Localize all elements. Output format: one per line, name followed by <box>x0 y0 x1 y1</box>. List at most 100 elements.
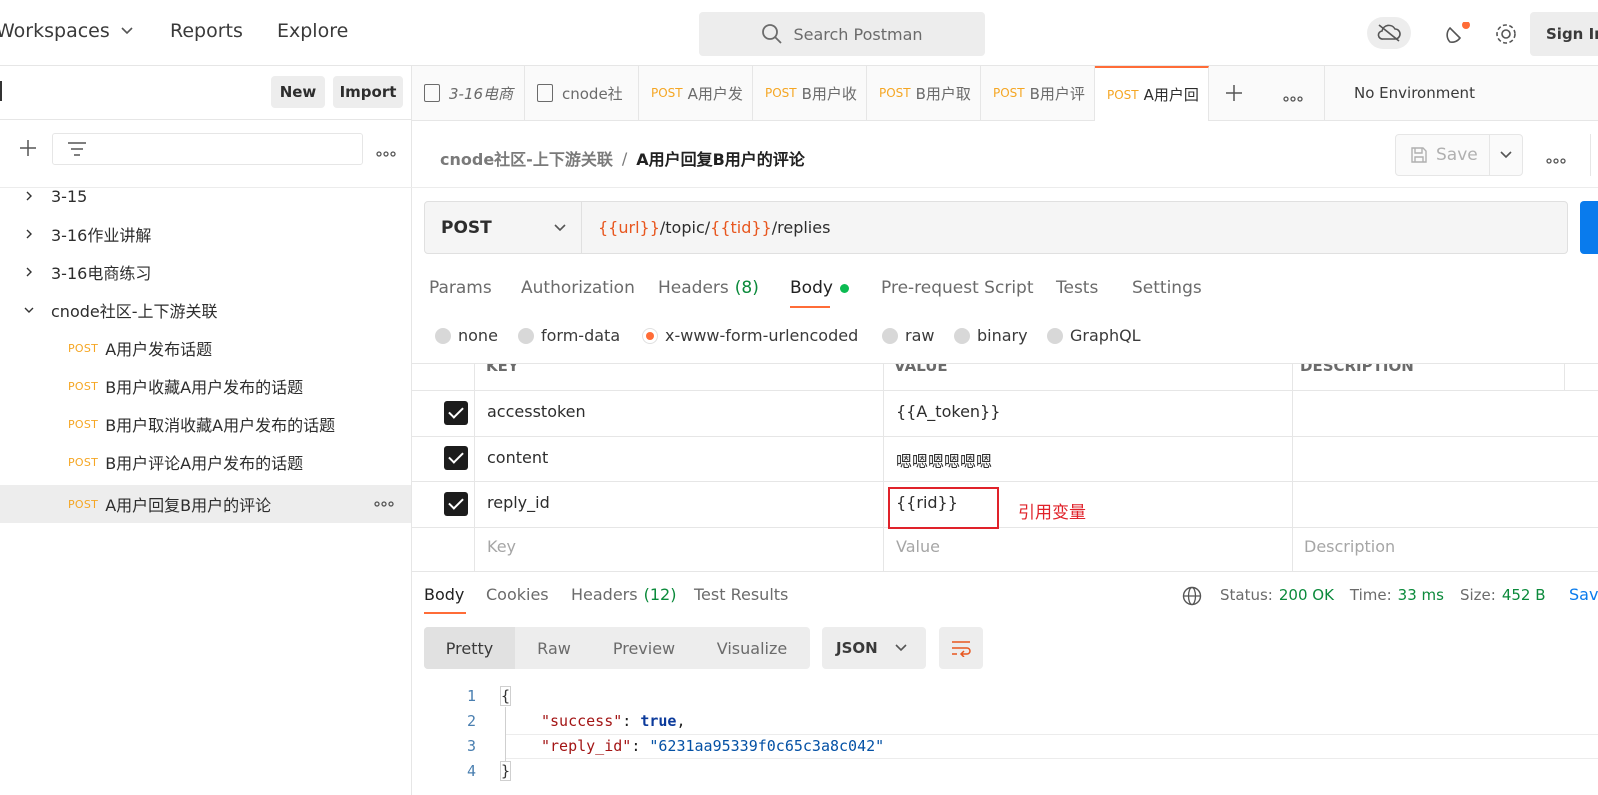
tabs-more-icon[interactable] <box>1283 90 1303 106</box>
more-options-icon[interactable] <box>376 145 396 161</box>
radio-label: none <box>458 326 498 345</box>
tab-label: 3-16电商 <box>449 84 514 103</box>
radio-form-data[interactable]: form-data <box>518 326 620 345</box>
code-line[interactable]: "reply_id": "6231aa95339f0c65c3a8c042" <box>541 737 884 755</box>
wrap-lines-button[interactable] <box>939 627 983 669</box>
tab-request[interactable]: POST B用户收 <box>753 66 867 120</box>
tab-tests[interactable]: Tests <box>1056 278 1098 298</box>
tab-headers[interactable]: Headers (8) <box>658 278 759 298</box>
description-placeholder[interactable]: Description <box>1304 537 1395 556</box>
sign-in-button[interactable]: Sign In <box>1530 12 1598 56</box>
status-label: Status: <box>1220 586 1273 604</box>
request-more-icon[interactable] <box>1546 152 1566 168</box>
filter-input[interactable] <box>52 133 363 165</box>
size-label: Size: <box>1459 586 1496 604</box>
folder-item[interactable]: 3-16作业讲解 <box>0 215 411 253</box>
sync-status-button[interactable] <box>1367 17 1411 49</box>
tab-prerequest-script[interactable]: Pre-request Script <box>881 278 1034 298</box>
radio-icon <box>954 327 970 344</box>
size-value[interactable]: 452 B <box>1502 586 1546 604</box>
row-key[interactable]: reply_id <box>487 493 550 512</box>
code-line[interactable]: "success": true, <box>541 712 686 730</box>
environment-selector[interactable]: No Environment <box>1354 84 1475 102</box>
add-collection-icon[interactable] <box>18 138 38 162</box>
workspaces-menu[interactable]: Workspaces <box>0 20 134 42</box>
radio-binary[interactable]: binary <box>954 326 1028 345</box>
radio-urlencoded[interactable]: x-www-form-urlencoded <box>642 326 858 345</box>
divider <box>412 390 1598 391</box>
folder-item[interactable]: 3-16电商练习 <box>0 253 411 291</box>
row-key[interactable]: accesstoken <box>487 402 586 421</box>
save-button[interactable]: Save <box>1396 135 1489 175</box>
row-value[interactable]: {{A_token}} <box>896 402 1000 421</box>
new-button[interactable]: New <box>271 76 325 108</box>
response-tab-body[interactable]: Body <box>424 585 464 604</box>
globe-icon[interactable] <box>1182 586 1202 610</box>
time-label: Time: <box>1349 586 1392 604</box>
view-raw[interactable]: Raw <box>515 627 593 669</box>
save-dropdown[interactable] <box>1489 135 1522 175</box>
satellite-icon[interactable] <box>1446 21 1472 50</box>
value-placeholder[interactable]: Value <box>896 537 940 556</box>
format-select[interactable]: JSON <box>822 627 926 669</box>
method-select[interactable]: POST <box>425 202 582 253</box>
response-tab-headers[interactable]: Headers (12) <box>571 585 676 604</box>
row-checkbox[interactable] <box>444 401 468 425</box>
active-tab-underline <box>790 306 830 308</box>
search-input[interactable]: Search Postman <box>699 12 985 56</box>
status-value[interactable]: 200 OK <box>1279 586 1334 604</box>
chevron-down-icon <box>121 27 133 35</box>
save-split-button: Save <box>1395 134 1523 176</box>
divider <box>0 187 1598 188</box>
tab-authorization[interactable]: Authorization <box>521 278 635 298</box>
more-options-icon[interactable] <box>374 501 394 507</box>
save-response-button[interactable]: Save <box>1569 585 1598 604</box>
new-tab-icon[interactable] <box>1224 83 1244 107</box>
breadcrumb-parent[interactable]: cnode社区-上下游关联 <box>440 146 613 170</box>
tab-request[interactable]: POST B用户取 <box>867 66 981 120</box>
tab-request[interactable]: POST B用户评 <box>981 66 1095 120</box>
response-tab-cookies[interactable]: Cookies <box>486 585 549 604</box>
reports-link[interactable]: Reports <box>170 20 243 42</box>
tab-collection[interactable]: 3-16电商 <box>412 66 525 120</box>
gear-icon[interactable] <box>1494 22 1518 50</box>
row-value[interactable]: 嗯嗯嗯嗯嗯嗯 <box>896 448 992 472</box>
folder-item-open[interactable]: cnode社区-上下游关联 <box>0 291 411 329</box>
row-key[interactable]: content <box>487 448 548 467</box>
row-checkbox[interactable] <box>444 446 468 470</box>
request-item[interactable]: POST B用户取消收藏A用户发布的话题 <box>0 405 411 443</box>
tab-request-active[interactable]: POST A用户回 <box>1095 66 1209 121</box>
request-item[interactable]: POST A用户发布话题 <box>0 329 411 367</box>
url-input[interactable]: {{url}} /topic/ {{tid}} /replies <box>582 218 830 237</box>
method-badge: POST <box>765 86 797 100</box>
line-number: 2 <box>466 712 476 730</box>
response-tab-test-results[interactable]: Test Results <box>694 585 788 604</box>
key-placeholder[interactable]: Key <box>487 537 516 556</box>
request-item[interactable]: POST B用户评论A用户发布的话题 <box>0 443 411 481</box>
divider <box>1564 363 1565 390</box>
method-badge: POST <box>68 379 99 393</box>
tab-collection[interactable]: cnode社 <box>525 66 639 120</box>
view-preview[interactable]: Preview <box>593 627 695 669</box>
response-view-selector: Pretty Raw Preview Visualize <box>424 627 810 669</box>
format-label: JSON <box>836 639 878 657</box>
tab-request[interactable]: POST A用户发 <box>639 66 753 120</box>
tab-settings[interactable]: Settings <box>1132 278 1202 298</box>
tab-body[interactable]: Body <box>790 278 849 298</box>
folder-item[interactable]: 3-15 <box>0 177 411 215</box>
row-checkbox[interactable] <box>444 492 468 516</box>
request-title[interactable]: A用户回复B用户的评论 <box>636 146 805 170</box>
request-item[interactable]: POST B用户收藏A用户发布的话题 <box>0 367 411 405</box>
radio-graphql[interactable]: GraphQL <box>1047 326 1141 345</box>
tab-params[interactable]: Params <box>429 278 492 298</box>
radio-none[interactable]: none <box>435 326 498 345</box>
folder-label: 3-15 <box>51 186 88 206</box>
view-visualize[interactable]: Visualize <box>695 627 809 669</box>
send-button[interactable] <box>1580 201 1598 254</box>
radio-raw[interactable]: raw <box>882 326 934 345</box>
import-button[interactable]: Import <box>333 76 403 108</box>
request-item-selected[interactable]: POST A用户回复B用户的评论 <box>0 485 411 523</box>
view-pretty[interactable]: Pretty <box>424 627 515 669</box>
explore-link[interactable]: Explore <box>277 20 348 42</box>
time-value[interactable]: 33 ms <box>1398 586 1444 604</box>
